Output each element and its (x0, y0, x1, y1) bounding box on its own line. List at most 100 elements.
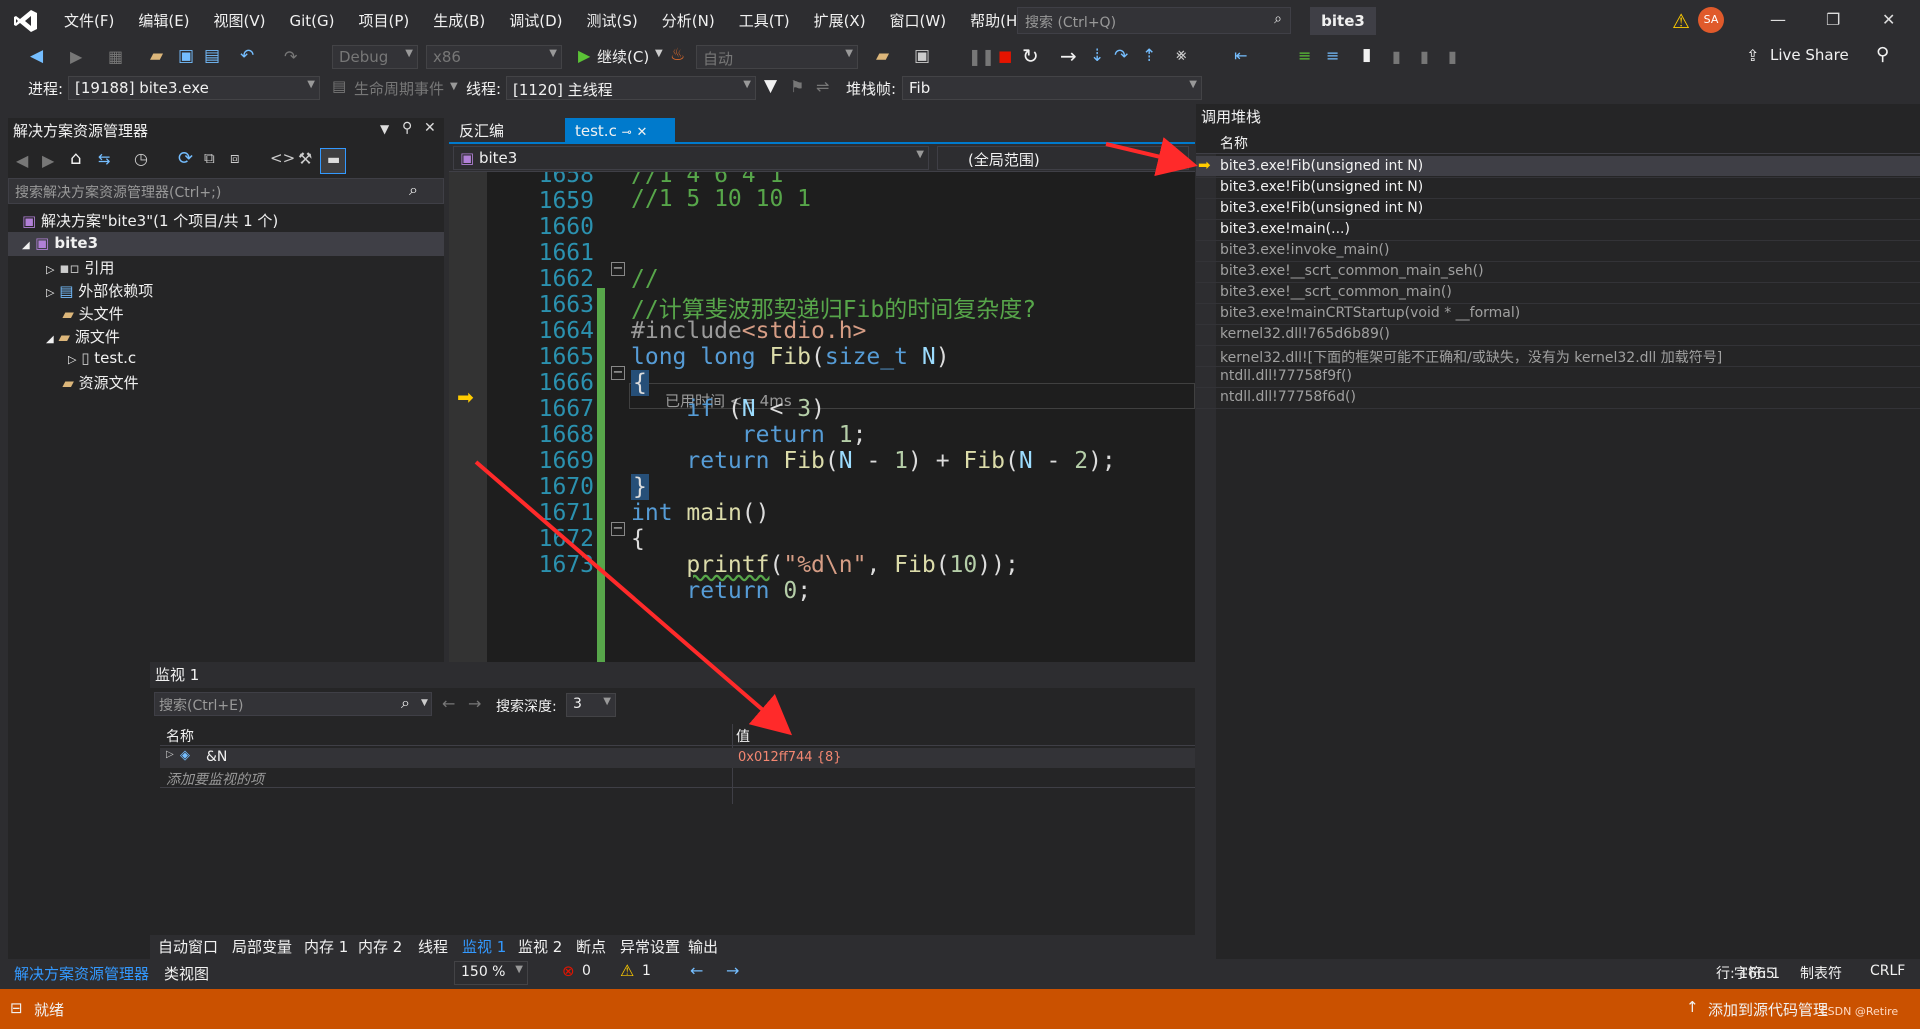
code-view-icon[interactable]: <> (270, 149, 295, 167)
filter-icon[interactable]: ▼ (764, 76, 777, 96)
menu-item-1[interactable]: 编辑(E) (126, 0, 201, 42)
tab-bottom-5[interactable]: 监视 1 (462, 935, 506, 959)
restart-icon[interactable]: ↻ (1022, 44, 1039, 68)
tree-references-node[interactable]: ▷ ▪▫ 引用 (46, 257, 114, 278)
tree-solution-node[interactable]: ▣ 解决方案"bite3"(1 个项目/共 1 个) (22, 210, 278, 231)
stop-icon[interactable]: ■ (998, 47, 1012, 65)
bookmark-icon[interactable]: ▮ (1362, 45, 1371, 65)
prev-issue-icon[interactable]: ← (690, 961, 703, 980)
tab-bottom-7[interactable]: 断点 (576, 935, 606, 959)
indicator-margin[interactable] (449, 172, 487, 662)
menu-item-2[interactable]: 视图(V) (202, 0, 278, 42)
call-stack-row[interactable]: bite3.exe!invoke_main() (1220, 242, 1389, 258)
redo-icon[interactable]: ↷ (284, 47, 297, 66)
config-dropdown[interactable]: Debug ▼ (332, 45, 418, 69)
project-nav-dropdown[interactable]: ▣ bite3 ▼ (453, 146, 929, 170)
back-icon[interactable]: ◀ (30, 46, 43, 66)
call-stack-row[interactable]: ntdll.dll!77758f6d() (1220, 389, 1356, 405)
search-input[interactable]: 搜索 (Ctrl+Q) ⌕ (1017, 7, 1291, 34)
call-stack-row[interactable]: bite3.exe!mainCRTStartup(void * __formal… (1220, 305, 1520, 321)
next-bookmark-icon[interactable]: ▮ (1420, 47, 1429, 66)
new-item-icon[interactable]: ▦ (108, 47, 123, 66)
menu-item-4[interactable]: 项目(P) (347, 0, 422, 42)
menu-item-11[interactable]: 窗口(W) (878, 0, 959, 42)
call-stack-row[interactable]: bite3.exe!__scrt_common_main_seh() (1220, 263, 1484, 279)
outdent-icon[interactable]: ≡ (1326, 46, 1339, 65)
tab-bottom-3[interactable]: 内存 2 (358, 935, 402, 959)
watch-row[interactable]: ▷ ◈ &N 0x012ff744 {8} (160, 748, 1195, 768)
eol-indicator[interactable]: CRLF (1870, 963, 1905, 979)
menu-item-7[interactable]: 测试(S) (575, 0, 650, 42)
show-all-files-icon[interactable]: ⧈ (230, 149, 240, 167)
close-icon[interactable]: ✕ (636, 125, 647, 140)
vs-logo-icon[interactable] (0, 0, 52, 42)
open-folder-icon[interactable]: ▰ (150, 46, 163, 66)
call-stack-row[interactable]: bite3.exe!__scrt_common_main() (1220, 284, 1452, 300)
pin-icon[interactable]: ⚲ (402, 120, 412, 136)
search-next-icon[interactable]: → (468, 694, 481, 713)
call-stack-row[interactable]: bite3.exe!main(...) (1220, 221, 1350, 237)
restore-icon[interactable]: ❐ (1826, 10, 1840, 29)
step-into-icon[interactable]: ⇣ (1090, 46, 1104, 66)
back-icon[interactable]: ◀ (16, 151, 28, 170)
scope-nav-dropdown[interactable]: (全局范围) (937, 146, 1189, 170)
comment-icon[interactable]: ⇤ (1234, 46, 1247, 65)
call-stack-row[interactable]: kernel32.dll![下面的框架可能不正确和/或缺失，没有为 kernel… (1220, 347, 1722, 367)
tab-bottom-1[interactable]: 局部变量 (232, 935, 292, 959)
tab-solution-explorer[interactable]: 解决方案资源管理器 (14, 963, 149, 984)
call-stack-header[interactable]: 名称 (1196, 130, 1920, 154)
code-editor[interactable]: ➡ 1658 1659 1660 1661 1662 1663 1664 1665 1666 16… (449, 172, 1195, 662)
upload-icon[interactable]: ↑ (1686, 998, 1699, 1016)
lifecycle-events-button[interactable]: 生命周期事件 (354, 78, 444, 99)
search-icon[interactable]: ⌕ (401, 693, 410, 713)
error-count[interactable]: 0 (582, 963, 591, 979)
stack-frame-dropdown[interactable]: Fib ▼ (902, 76, 1202, 100)
menu-item-6[interactable]: 调试(D) (497, 0, 574, 42)
continue-button[interactable]: 继续(C) (597, 46, 649, 67)
tree-resource-files-node[interactable]: ▷ ▰ 资源文件 (46, 372, 138, 393)
indent-icon[interactable]: ≡ (1298, 46, 1311, 65)
tree-test-c-node[interactable]: ▷ ▯ test.c (68, 349, 136, 367)
menu-item-10[interactable]: 扩展(X) (802, 0, 878, 42)
live-share-button[interactable]: Live Share (1770, 46, 1849, 64)
menu-item-0[interactable]: 文件(F) (52, 0, 126, 42)
home-icon[interactable]: ⌂ (70, 148, 81, 169)
tab-bottom-4[interactable]: 线程 (418, 935, 448, 959)
chevron-down-icon[interactable]: ▼ (421, 698, 428, 708)
pending-changes-icon[interactable]: ◷ (134, 149, 148, 168)
menu-item-8[interactable]: 分析(N) (650, 0, 727, 42)
feedback-icon[interactable]: ⚲ (1876, 44, 1889, 65)
step-over-icon[interactable]: ↷ (1114, 46, 1128, 66)
error-icon[interactable]: ⊗ (562, 962, 575, 980)
show-next-statement-icon[interactable]: → (1060, 44, 1077, 68)
hot-reload-icon[interactable]: ♨ (670, 45, 685, 65)
pause-icon[interactable]: ❚❚ (968, 47, 995, 66)
save-icon[interactable]: ▣ (178, 46, 194, 66)
close-icon[interactable]: ✕ (424, 120, 436, 136)
share-icon[interactable]: ⇪ (1746, 46, 1759, 65)
sync-icon[interactable]: ⟳ (178, 148, 193, 169)
forward-icon[interactable]: ▶ (42, 151, 54, 170)
warning-count[interactable]: 1 (642, 963, 651, 979)
pane-menu-icon[interactable]: ▼ (380, 122, 389, 136)
menu-item-5[interactable]: 生成(B) (421, 0, 497, 42)
collapse-icon[interactable]: − (611, 366, 625, 380)
chevron-down-icon[interactable]: ▼ (450, 81, 458, 92)
menu-item-9[interactable]: 工具(T) (727, 0, 802, 42)
call-stack-row[interactable]: bite3.exe!Fib(unsigned int N) (1220, 200, 1423, 216)
menu-item-3[interactable]: Git(G) (278, 0, 347, 42)
save-all-icon[interactable]: ▤ (204, 46, 220, 66)
breakpoint-toggle-icon[interactable]: ⨳ (1176, 45, 1187, 65)
collapse-icon[interactable]: − (611, 262, 625, 276)
warning-icon[interactable]: ⚠ (1672, 9, 1690, 33)
prev-bookmark-icon[interactable]: ▮ (1392, 47, 1401, 66)
flag-icon[interactable]: ⚑ (790, 77, 804, 96)
call-stack-row[interactable]: bite3.exe!Fib(unsigned int N) (1220, 158, 1423, 174)
zoom-dropdown[interactable]: 150 % ▼ (454, 961, 528, 985)
watch-col-value[interactable]: 值 (736, 726, 750, 746)
platform-dropdown[interactable]: x86 ▼ (426, 45, 562, 69)
add-watch-row[interactable]: 添加要监视的项 (160, 768, 1195, 788)
tab-bottom-2[interactable]: 内存 1 (304, 935, 348, 959)
auto-dropdown[interactable]: 自动 ▼ (696, 45, 858, 69)
watch-value[interactable]: 0x012ff744 {8} (738, 750, 842, 765)
